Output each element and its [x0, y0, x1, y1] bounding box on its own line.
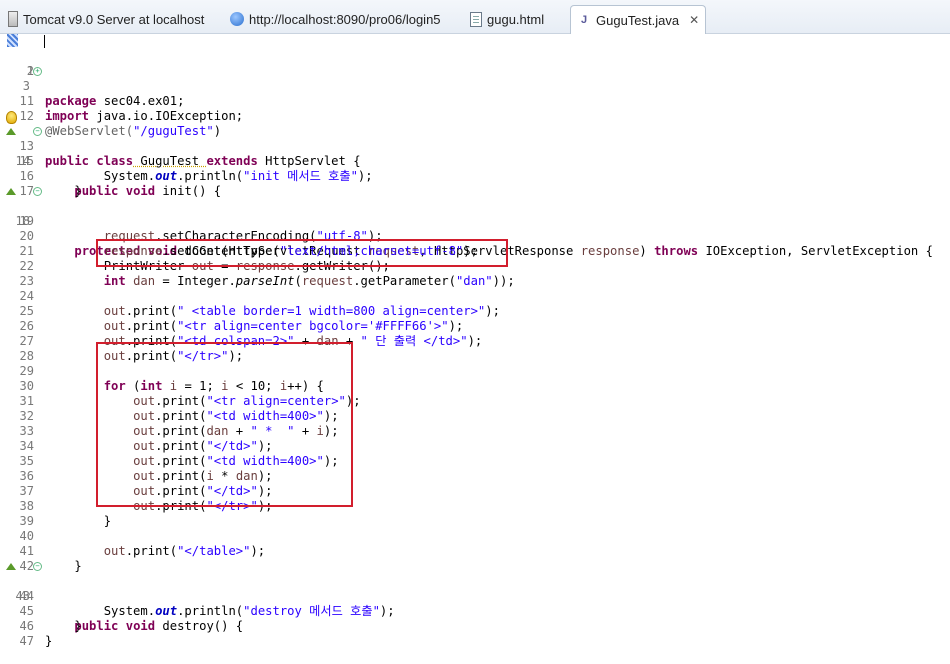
tab-label: Tomcat v9.0 Server at localhost: [23, 11, 205, 27]
html-file-icon: [470, 11, 482, 27]
highlight-box-line-22: [96, 239, 508, 267]
code-line: 20 response.setContentType("text/html;ch…: [0, 214, 950, 258]
tab-tomcat-server[interactable]: Tomcat v9.0 Server at localhost: [8, 6, 204, 32]
code-line: 12 @WebServlet("/guguTest"): [0, 94, 950, 138]
code-line: 46 }: [0, 604, 950, 648]
code-line: 1 package sec04.ex01;: [0, 34, 950, 108]
server-icon: [8, 11, 18, 27]
code-line: 27 out.print("</tr>");: [0, 319, 950, 363]
collapse-fold-icon[interactable]: −: [33, 562, 42, 571]
tab-label: GuguTest.java: [596, 12, 680, 28]
bookmark-icon: [7, 34, 18, 47]
collapse-fold-icon[interactable]: −: [33, 127, 42, 136]
override-triangle-icon: [6, 563, 16, 570]
code-line: 15 System.out.println("init 메서드 호출");: [0, 139, 950, 183]
code-line: 19 request.setCharacterEncoding("utf-8")…: [0, 199, 950, 243]
expand-fold-icon[interactable]: +: [33, 67, 42, 76]
code-line: 26 out.print("<td colspan=2>" + dan + " …: [0, 304, 950, 348]
code-editor[interactable]: 1 package sec04.ex01; 2 3 + import java.…: [0, 34, 950, 648]
tab-gugu-html[interactable]: gugu.html: [470, 6, 544, 32]
code-line: 47: [0, 619, 950, 648]
code-line: 24 out.print(" <table border=1 width=800…: [0, 274, 950, 318]
code-line: 13 public class GuguTest extends HttpSer…: [0, 109, 950, 168]
code-line: 2: [0, 49, 950, 78]
tab-browser[interactable]: http://localhost:8090/pro06/login5: [230, 6, 441, 32]
code-line: 45 }: [0, 589, 950, 633]
code-line: 25 out.print("<tr align=center bgcolor='…: [0, 289, 950, 333]
tab-gugutest-java[interactable]: J GuguTest.java ✕: [570, 5, 707, 34]
java-file-icon: J: [580, 14, 588, 26]
warning-icon[interactable]: [6, 111, 17, 124]
code-line: 43 − public void destroy() {: [0, 559, 950, 633]
override-triangle-icon: [6, 188, 16, 195]
code-line: 3 + import java.io.IOException;: [0, 64, 950, 123]
code-line: 16 }: [0, 154, 950, 198]
code-line: 11: [0, 79, 950, 108]
code-line: 17: [0, 169, 950, 198]
highlight-box-for-loop: [96, 342, 353, 507]
collapse-fold-icon[interactable]: −: [33, 187, 42, 196]
code-line: 44 System.out.println("destroy 메서드 호출");: [0, 574, 950, 618]
editor-tab-bar: Tomcat v9.0 Server at localhost http://l…: [0, 0, 950, 34]
text-cursor: [44, 35, 45, 48]
code-line: 41 }: [0, 529, 950, 573]
code-line: 40 out.print("</table>");: [0, 514, 950, 558]
override-triangle-icon: [6, 128, 16, 135]
code-line: 42: [0, 544, 950, 573]
close-icon[interactable]: ✕: [689, 13, 699, 27]
tab-label: http://localhost:8090/pro06/login5: [249, 11, 441, 27]
code-line: 18 − protected void doGet(HttpServletReq…: [0, 184, 950, 258]
globe-icon: [230, 12, 244, 26]
code-line: 14 − public void init() {: [0, 124, 950, 198]
code-text: }: [45, 634, 53, 648]
tab-label: gugu.html: [487, 11, 545, 27]
